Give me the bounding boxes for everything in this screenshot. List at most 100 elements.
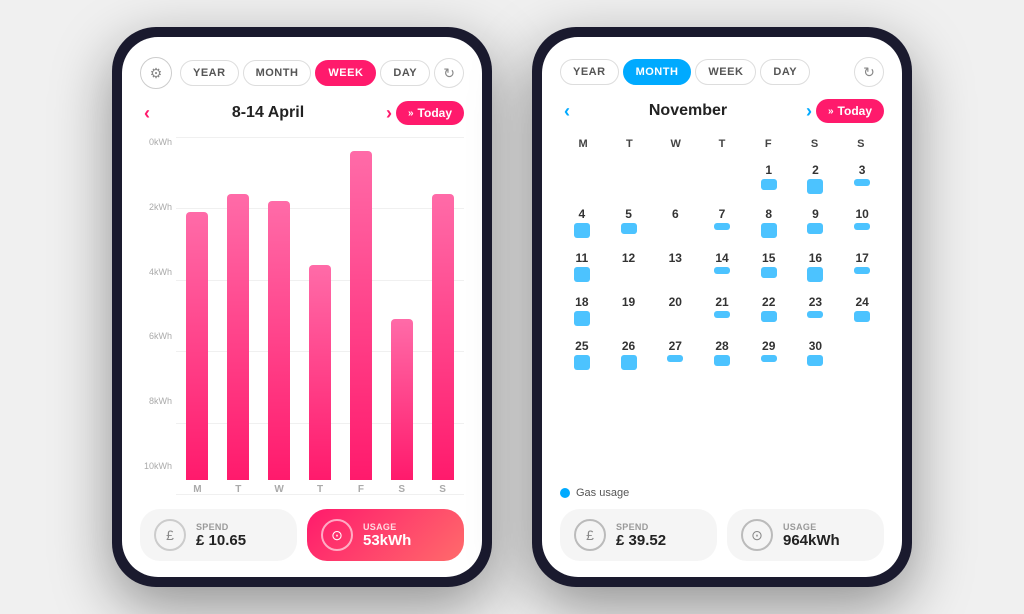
- cal-header-m: M: [560, 135, 606, 153]
- cal-bar: [854, 223, 870, 230]
- cal-cell-1[interactable]: 1: [747, 159, 791, 199]
- cal-bar: [761, 223, 777, 238]
- cal-cell-24[interactable]: 24: [840, 291, 884, 331]
- y-label-1: 8kWh: [140, 396, 176, 406]
- usage-info-2: Usage 964kWh: [783, 522, 840, 549]
- tab-week-1[interactable]: WEEK: [315, 60, 376, 86]
- cal-num: 14: [715, 249, 728, 265]
- calendar-grid: M T W T F S S 1: [560, 135, 884, 479]
- cal-num: 9: [812, 205, 819, 221]
- cal-cell-empty: [607, 159, 651, 199]
- prev-arrow-2[interactable]: ‹: [560, 101, 574, 122]
- period-tabs-1: ⚙ YEAR MONTH WEEK DAY ↻: [140, 57, 464, 89]
- date-label-1: 8-14 April: [154, 104, 382, 122]
- cal-num: 6: [672, 205, 679, 221]
- cal-cell-15[interactable]: 15: [747, 247, 791, 287]
- y-label-3: 4kWh: [140, 267, 176, 277]
- cal-cell-5[interactable]: 5: [607, 203, 651, 243]
- cal-bar: [714, 223, 730, 230]
- cal-cell-6[interactable]: 6: [653, 203, 697, 243]
- period-tabs-2: YEAR MONTH WEEK DAY ↻: [560, 57, 884, 87]
- cal-bar: [761, 179, 777, 190]
- cal-num: 2: [812, 161, 819, 177]
- tab-day-2[interactable]: DAY: [760, 59, 810, 85]
- cal-cell-3[interactable]: 3: [840, 159, 884, 199]
- bar-M[interactable]: [186, 212, 208, 481]
- cal-num: 12: [622, 249, 635, 265]
- refresh-button-1[interactable]: ↻: [434, 58, 464, 88]
- cal-cell-16[interactable]: 16: [794, 247, 838, 287]
- day-label-W: W: [274, 484, 283, 495]
- bar-T[interactable]: [227, 194, 249, 480]
- cal-num: 3: [859, 161, 866, 177]
- cal-cell-12[interactable]: 12: [607, 247, 651, 287]
- cal-cell-25[interactable]: 25: [560, 335, 604, 375]
- usage-icon-2: ⊙: [741, 519, 773, 551]
- cal-cell-30[interactable]: 30: [794, 335, 838, 375]
- cal-cell-29[interactable]: 29: [747, 335, 791, 375]
- cal-cell-17[interactable]: 17: [840, 247, 884, 287]
- bar-W[interactable]: [268, 201, 290, 480]
- cal-cell-empty: [700, 159, 744, 199]
- cal-cell-13[interactable]: 13: [653, 247, 697, 287]
- cal-bar: [667, 355, 683, 362]
- day-label-F: F: [358, 484, 364, 495]
- cal-cell-9[interactable]: 9: [794, 203, 838, 243]
- cal-cell-20[interactable]: 20: [653, 291, 697, 331]
- cal-cell-18[interactable]: 18: [560, 291, 604, 331]
- cal-week-0: 1 2 3: [560, 159, 884, 199]
- tab-month-1[interactable]: MONTH: [243, 60, 312, 86]
- phone-1: ⚙ YEAR MONTH WEEK DAY ↻ ‹ 8-14 April › »…: [112, 27, 492, 587]
- cal-bar: [574, 223, 590, 238]
- cal-header-w: W: [653, 135, 699, 153]
- day-label-T: T: [317, 484, 323, 495]
- cal-cell-11[interactable]: 11: [560, 247, 604, 287]
- cal-cell-26[interactable]: 26: [607, 335, 651, 375]
- bar-T[interactable]: [309, 265, 331, 480]
- refresh-button-2[interactable]: ↻: [854, 57, 884, 87]
- today-button-1[interactable]: » Today: [396, 101, 464, 125]
- usage-card-2: ⊙ Usage 964kWh: [727, 509, 884, 561]
- date-label-2: November: [574, 102, 802, 120]
- cal-cell-4[interactable]: 4: [560, 203, 604, 243]
- cal-num: 17: [855, 249, 868, 265]
- next-arrow-2[interactable]: ›: [802, 101, 816, 122]
- cal-num: 18: [575, 293, 588, 309]
- prev-arrow-1[interactable]: ‹: [140, 103, 154, 124]
- usage-info-1: Usage 53kWh: [363, 522, 411, 549]
- bar-S[interactable]: [432, 194, 454, 480]
- cal-num: 7: [719, 205, 726, 221]
- cal-cell-19[interactable]: 19: [607, 291, 651, 331]
- cal-bar: [807, 267, 823, 282]
- bar-F[interactable]: [350, 151, 372, 480]
- y-label-4: 2kWh: [140, 202, 176, 212]
- tab-year-2[interactable]: YEAR: [560, 59, 619, 85]
- cal-week-2: 11 12 13 14 15 16 17: [560, 247, 884, 287]
- tab-week-2[interactable]: WEEK: [695, 59, 756, 85]
- tab-year-1[interactable]: YEAR: [180, 60, 239, 86]
- cal-num: 13: [669, 249, 682, 265]
- spend-card-1: £ Spend £ 10.65: [140, 509, 297, 561]
- spend-icon-1: £: [154, 519, 186, 551]
- cal-cell-10[interactable]: 10: [840, 203, 884, 243]
- bar-S[interactable]: [391, 319, 413, 480]
- cal-cell-23[interactable]: 23: [794, 291, 838, 331]
- next-arrow-1[interactable]: ›: [382, 103, 396, 124]
- spend-title-1: Spend: [196, 522, 246, 532]
- cal-cell-8[interactable]: 8: [747, 203, 791, 243]
- cal-bar: [807, 311, 823, 318]
- tab-day-1[interactable]: DAY: [380, 60, 430, 86]
- cal-cell-22[interactable]: 22: [747, 291, 791, 331]
- today-button-2[interactable]: » Today: [816, 99, 884, 123]
- tab-month-2[interactable]: MONTH: [623, 59, 692, 85]
- cal-cell-27[interactable]: 27: [653, 335, 697, 375]
- cal-cell-28[interactable]: 28: [700, 335, 744, 375]
- spend-icon-2: £: [574, 519, 606, 551]
- settings-icon[interactable]: ⚙: [140, 57, 172, 89]
- cal-cell-14[interactable]: 14: [700, 247, 744, 287]
- bar-chart: 10kWh 8kWh 6kWh 4kWh 2kWh 0kWh: [140, 137, 464, 495]
- cal-cell-21[interactable]: 21: [700, 291, 744, 331]
- cal-cell-7[interactable]: 7: [700, 203, 744, 243]
- phone-2-inner: YEAR MONTH WEEK DAY ↻ ‹ November › » Tod…: [542, 37, 902, 577]
- cal-cell-2[interactable]: 2: [794, 159, 838, 199]
